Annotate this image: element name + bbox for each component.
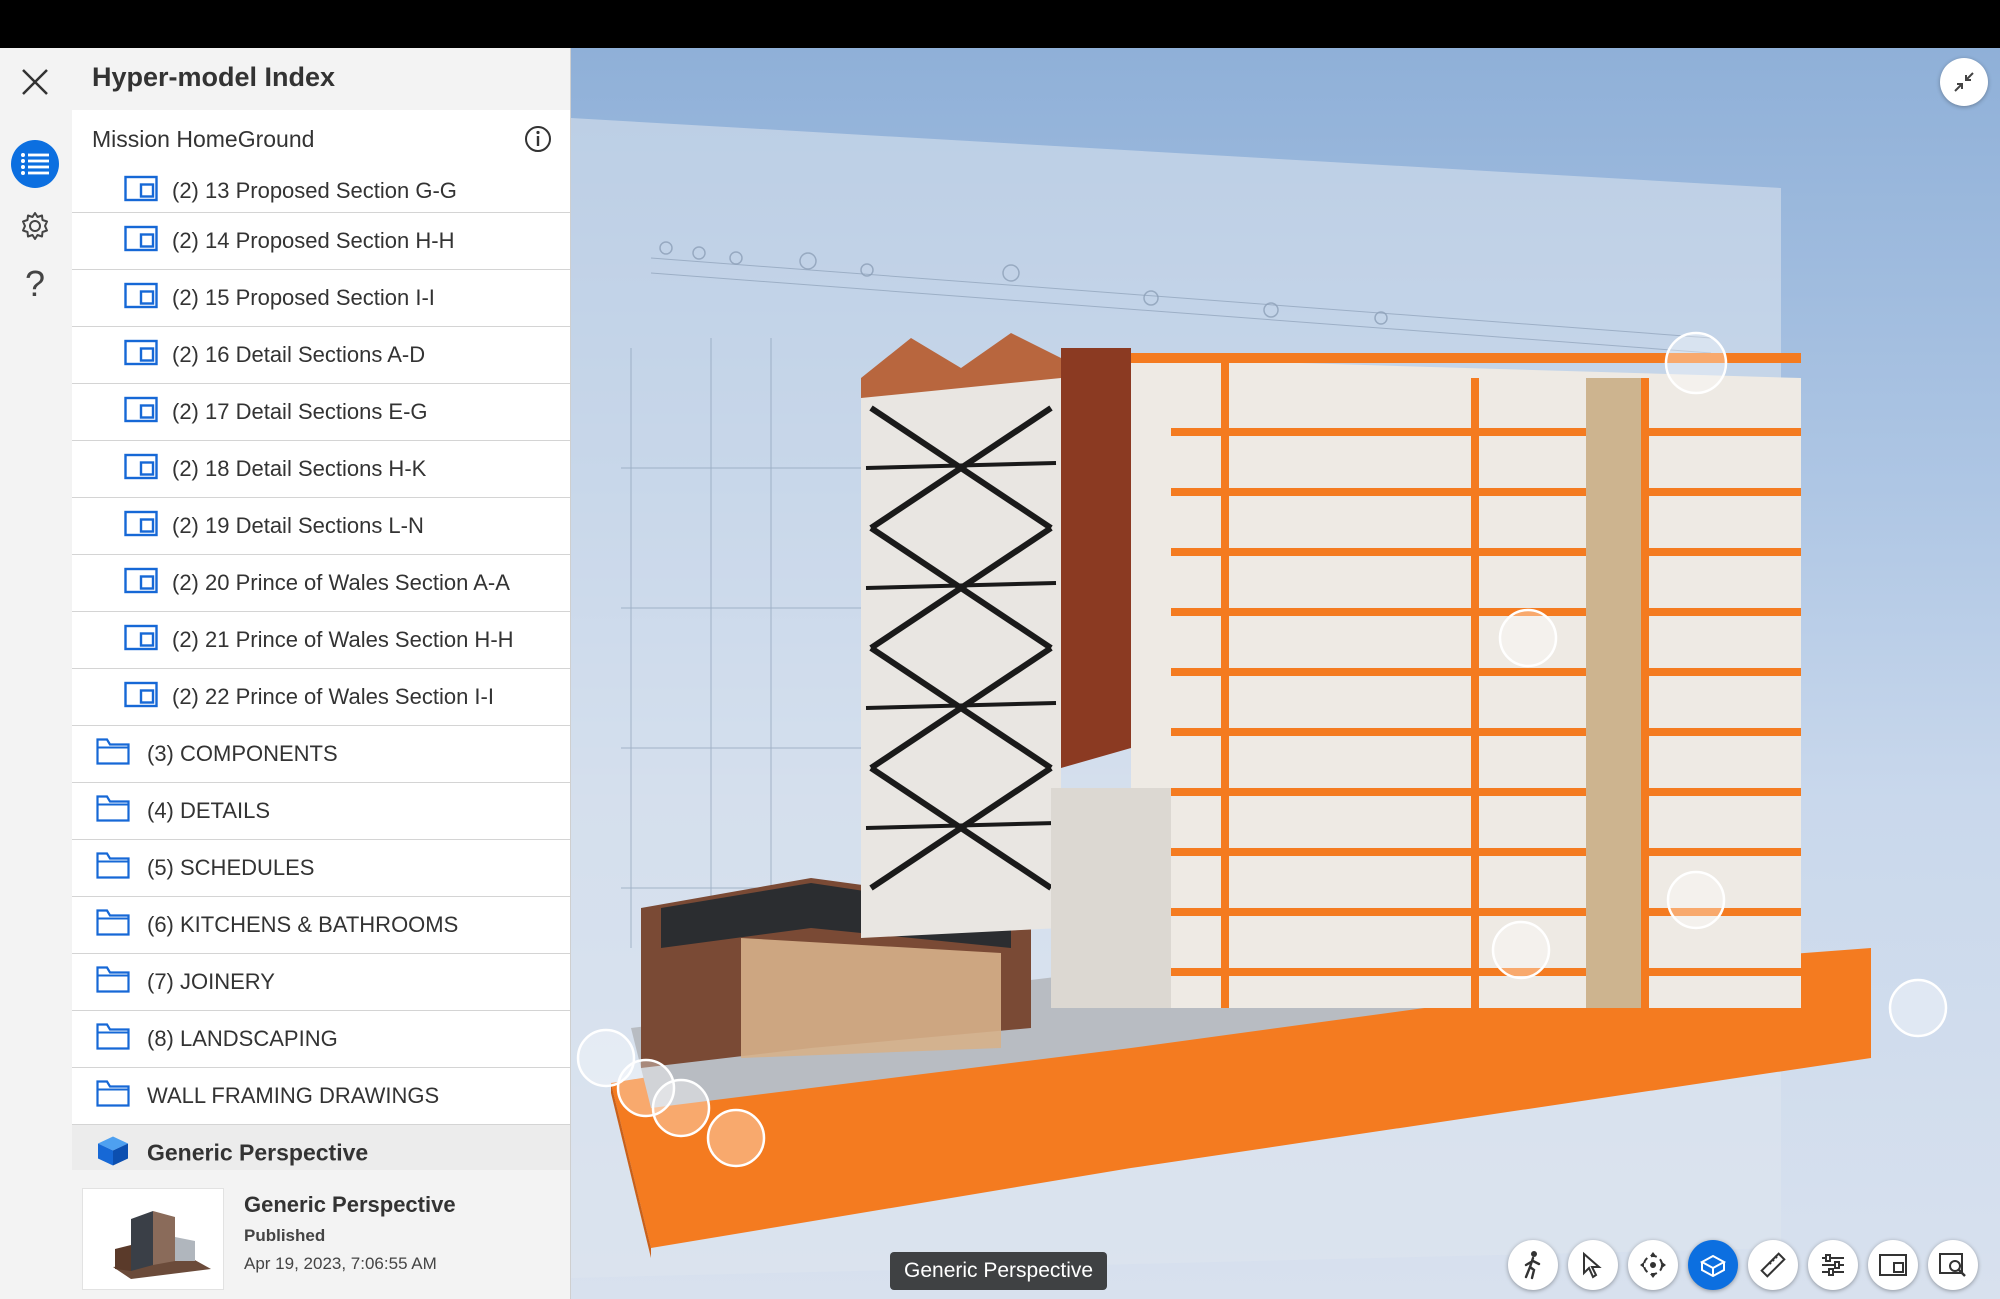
item-label: (2) 22 Prince of Wales Section I-I bbox=[172, 684, 494, 709]
zoom-extents-button[interactable] bbox=[1928, 1240, 1978, 1290]
item-label: (2) 20 Prince of Wales Section A-A bbox=[172, 570, 510, 595]
sheet-icon bbox=[124, 396, 158, 428]
item-label: (5) SCHEDULES bbox=[147, 855, 315, 880]
sheet-item[interactable]: (2) 15 Proposed Section I-I bbox=[72, 270, 570, 327]
folder-item[interactable]: (6) KITCHENS & BATHROOMS bbox=[72, 897, 570, 954]
sheet-icon bbox=[124, 681, 158, 713]
sheet-item[interactable]: (2) 20 Prince of Wales Section A-A bbox=[72, 555, 570, 612]
help-button[interactable]: ? bbox=[11, 260, 59, 308]
collapse-view-button[interactable] bbox=[1940, 58, 1988, 106]
item-label: (7) JOINERY bbox=[147, 969, 275, 994]
measure-icon bbox=[1760, 1252, 1786, 1278]
top-bar bbox=[0, 0, 2000, 48]
preview-date: Apr 19, 2023, 7:06:55 AM bbox=[244, 1254, 437, 1273]
sheet-icon bbox=[124, 225, 158, 257]
walk-icon bbox=[1524, 1251, 1541, 1280]
item-label: WALL FRAMING DRAWINGS bbox=[147, 1083, 440, 1108]
orbit-button[interactable] bbox=[1628, 1240, 1678, 1290]
sheet-item[interactable]: (2) 22 Prince of Wales Section I-I bbox=[72, 669, 570, 726]
sheet-item[interactable]: (2) 19 Detail Sections L-N bbox=[72, 498, 570, 555]
sheet-item[interactable]: (2) 17 Detail Sections E-G bbox=[72, 384, 570, 441]
settings-sliders-icon bbox=[1822, 1254, 1844, 1276]
view-preview-card[interactable]: Generic Perspective Published Apr 19, 20… bbox=[72, 1170, 570, 1299]
folder-icon bbox=[96, 852, 130, 885]
item-label: (2) 14 Proposed Section H-H bbox=[172, 228, 455, 253]
item-label: (2) 21 Prince of Wales Section H-H bbox=[172, 627, 514, 652]
list-icon bbox=[21, 153, 49, 175]
item-label: (8) LANDSCAPING bbox=[147, 1026, 338, 1051]
folder-item[interactable]: (4) DETAILS bbox=[72, 783, 570, 840]
preview-status: Published bbox=[244, 1226, 326, 1245]
collapse-icon bbox=[1954, 72, 1974, 92]
item-label: (2) 18 Detail Sections H-K bbox=[172, 456, 427, 481]
item-label: (2) 16 Detail Sections A-D bbox=[172, 342, 426, 367]
settings-button[interactable] bbox=[11, 202, 59, 250]
walk-button[interactable] bbox=[1508, 1240, 1558, 1290]
folder-item[interactable]: (5) SCHEDULES bbox=[72, 840, 570, 897]
item-label: (2) 15 Proposed Section I-I bbox=[172, 285, 435, 310]
sheet-item[interactable]: (2) 14 Proposed Section H-H bbox=[72, 213, 570, 270]
item-label: (2) 13 Proposed Section G-G bbox=[172, 178, 457, 203]
left-rail: ? bbox=[0, 48, 70, 1299]
item-label: (4) DETAILS bbox=[147, 798, 271, 823]
folder-icon bbox=[96, 738, 130, 771]
sheet-icon bbox=[124, 453, 158, 485]
sheet-item[interactable]: (2) 21 Prince of Wales Section H-H bbox=[72, 612, 570, 669]
sheet-button[interactable] bbox=[1868, 1240, 1918, 1290]
panel-title: Hyper-model Index bbox=[92, 62, 336, 92]
item-label: Generic Perspective bbox=[147, 1139, 369, 1166]
sheet-icon bbox=[124, 175, 158, 207]
folder-icon bbox=[96, 1080, 130, 1113]
sheet-icon bbox=[124, 282, 158, 314]
sheet-icon bbox=[124, 510, 158, 542]
item-label: (3) COMPONENTS bbox=[147, 741, 338, 766]
folder-icon bbox=[96, 966, 130, 999]
folder-item[interactable]: WALL FRAMING DRAWINGS bbox=[72, 1068, 570, 1125]
select-icon bbox=[1583, 1251, 1602, 1279]
select-button[interactable] bbox=[1568, 1240, 1618, 1290]
sheet-item[interactable]: (2) 16 Detail Sections A-D bbox=[72, 327, 570, 384]
sheet-item[interactable]: (2) 18 Detail Sections H-K bbox=[72, 441, 570, 498]
section-box-button[interactable] bbox=[1688, 1240, 1738, 1290]
folder-item[interactable]: (7) JOINERY bbox=[72, 954, 570, 1011]
building-model-render bbox=[571, 118, 1948, 1278]
sheet-icon bbox=[124, 567, 158, 599]
folder-icon bbox=[96, 909, 130, 942]
info-icon[interactable] bbox=[524, 125, 552, 153]
folder-icon bbox=[96, 795, 130, 828]
view-thumbnail bbox=[82, 1188, 224, 1290]
item-label: (2) 19 Detail Sections L-N bbox=[172, 513, 424, 538]
sheet-item[interactable]: (2) 13 Proposed Section G-G bbox=[72, 170, 570, 213]
hypermodel-index-panel: Hyper-model Index Mission HomeGround (2)… bbox=[70, 48, 571, 1299]
sheet-icon bbox=[124, 339, 158, 371]
project-header[interactable]: Mission HomeGround bbox=[72, 110, 570, 171]
sheet-icon bbox=[1879, 1254, 1907, 1276]
project-name: Mission HomeGround bbox=[92, 126, 315, 152]
model-viewport[interactable] bbox=[571, 48, 2000, 1299]
preview-title: Generic Perspective bbox=[244, 1192, 456, 1217]
gear-icon bbox=[22, 212, 48, 240]
item-label: (6) KITCHENS & BATHROOMS bbox=[147, 912, 459, 937]
settings-sliders-button[interactable] bbox=[1808, 1240, 1858, 1290]
cube-icon bbox=[96, 1135, 130, 1172]
folder-item[interactable]: (8) LANDSCAPING bbox=[72, 1011, 570, 1068]
close-button[interactable] bbox=[11, 58, 59, 106]
section-box-icon bbox=[1699, 1254, 1727, 1278]
orbit-icon bbox=[1640, 1252, 1666, 1278]
index-list: (2) 13 Proposed Section G-G (2) 14 Propos… bbox=[72, 170, 570, 1182]
folder-item[interactable]: (3) COMPONENTS bbox=[72, 726, 570, 783]
zoom-extents-icon bbox=[1939, 1253, 1966, 1277]
help-icon: ? bbox=[24, 263, 46, 304]
folder-icon bbox=[96, 1023, 130, 1056]
measure-button[interactable] bbox=[1748, 1240, 1798, 1290]
index-button[interactable] bbox=[11, 140, 59, 188]
close-icon bbox=[22, 69, 48, 95]
item-label: (2) 17 Detail Sections E-G bbox=[172, 399, 428, 424]
view-name-tooltip: Generic Perspective bbox=[890, 1252, 1108, 1290]
sheet-icon bbox=[124, 624, 158, 656]
